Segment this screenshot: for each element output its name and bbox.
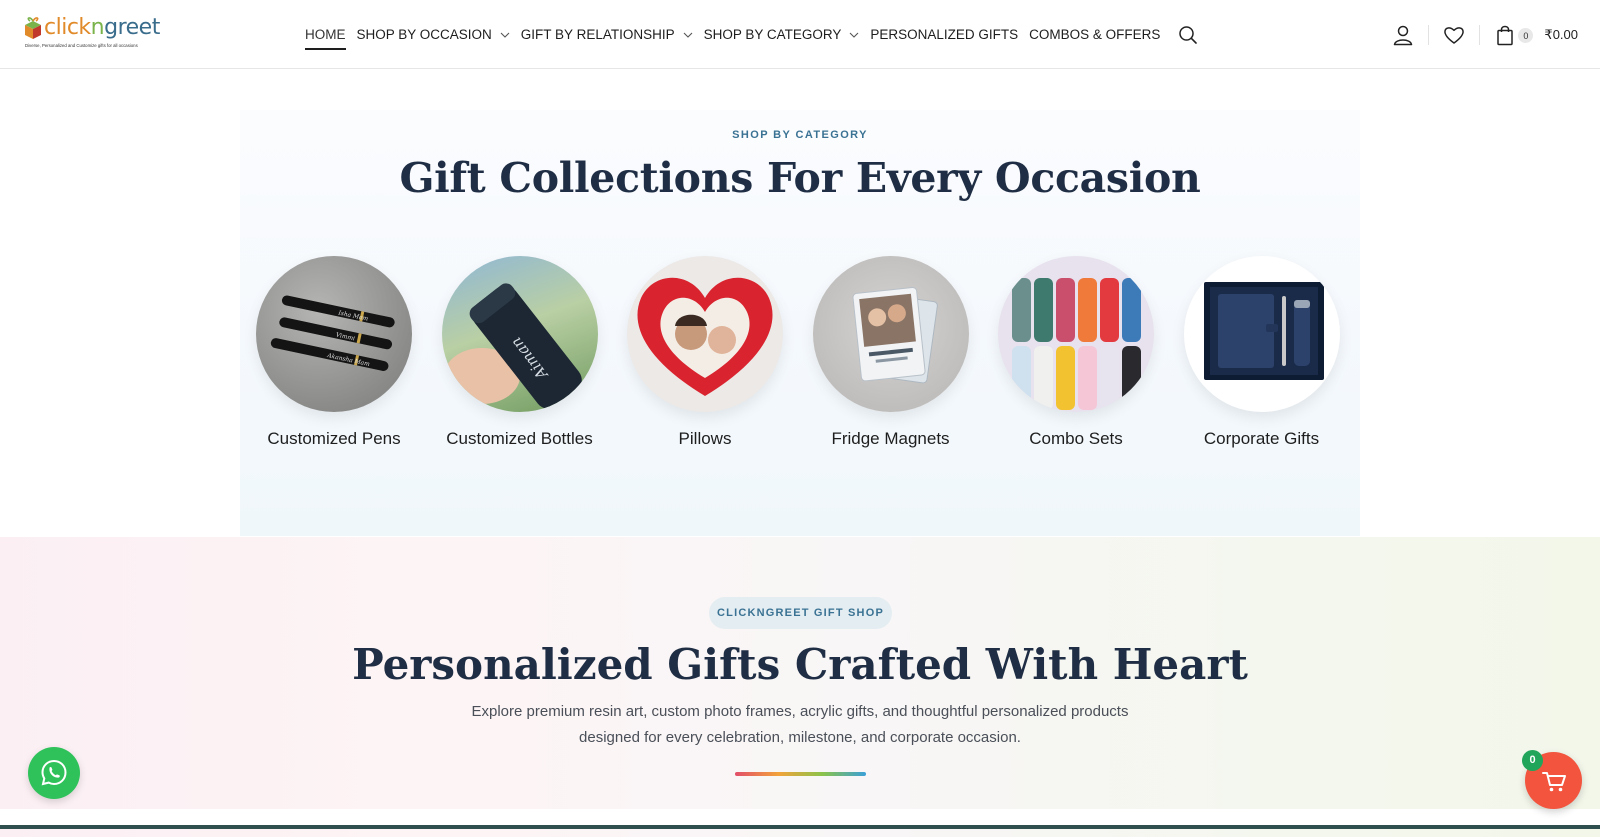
promo-pill: CLICKNGREET GIFT SHOP xyxy=(709,597,892,629)
category-item-fridge-magnets[interactable]: Fridge Magnets xyxy=(812,256,969,449)
category-image xyxy=(1183,256,1340,412)
header-cart[interactable]: 0 ₹0.00 xyxy=(1494,24,1578,46)
category-image: Aiman xyxy=(441,256,598,412)
nav-item-shop-by-category[interactable]: SHOP BY CATEGORY xyxy=(704,0,860,69)
promo-desc-line-1: Explore premium resin art, custom photo … xyxy=(471,703,1129,720)
chevron-down-icon xyxy=(683,32,692,38)
category-label: Combo Sets xyxy=(1029,429,1123,448)
category-image xyxy=(812,256,969,412)
user-icon[interactable] xyxy=(1392,24,1414,46)
floating-cart-badge: 0 xyxy=(1522,750,1543,771)
category-section: SHOP BY CATEGORY Gift Collections For Ev… xyxy=(240,110,1360,536)
nav-item-home[interactable]: HOME xyxy=(305,0,346,69)
category-title: Gift Collections For Every Occasion xyxy=(399,154,1201,202)
promo-divider-bar xyxy=(735,772,866,776)
nav-item-label: HOME xyxy=(305,27,346,42)
whatsapp-button[interactable] xyxy=(28,747,80,799)
cart-count-badge: 0 xyxy=(1518,28,1534,43)
category-image: Isha Mam Vimmi Akansha Mam xyxy=(256,256,412,412)
chevron-down-icon xyxy=(500,32,510,38)
category-item-customized-bottles[interactable]: Aiman Customized Bottles xyxy=(441,256,598,449)
brand-name: clickngreet xyxy=(44,15,160,40)
nav-item-personalized-gifts[interactable]: PERSONALIZED GIFTS xyxy=(870,0,1018,69)
category-item-pillows[interactable]: Pillows xyxy=(627,256,783,449)
nav-item-label: COMBOS & OFFERS xyxy=(1029,27,1161,42)
corporate-set-image xyxy=(1203,282,1324,380)
nav-item-combos-offers[interactable]: COMBOS & OFFERS xyxy=(1029,0,1160,69)
site-header: clickngreet Diverse, Personalized and Cu… xyxy=(0,0,1600,69)
promo-desc-line-2: designed for every celebration, mileston… xyxy=(579,729,1021,746)
cart-total: ₹0.00 xyxy=(1544,26,1578,42)
nav-item-gift-by-relationship[interactable]: GIFT BY RELATIONSHIP xyxy=(521,0,693,69)
promo-description: Explore premium resin art, custom photo … xyxy=(450,699,1150,751)
nav-item-label: GIFT BY RELATIONSHIP xyxy=(520,27,675,42)
header-divider xyxy=(1479,24,1481,45)
shopping-bag-icon xyxy=(1497,25,1514,45)
magnets-image xyxy=(851,287,938,384)
main-nav: HOME SHOP BY OCCASION GIFT BY RELATIONSH… xyxy=(305,0,1198,69)
category-label: Customized Bottles xyxy=(446,429,593,448)
heart-icon[interactable] xyxy=(1443,24,1465,46)
pens-image: Isha Mam Vimmi Akansha Mam xyxy=(270,295,395,371)
search-icon[interactable] xyxy=(1178,25,1198,45)
category-item-customized-pens[interactable]: Isha Mam Vimmi Akansha Mam Customized Pe… xyxy=(256,256,412,449)
header-actions: 0 ₹0.00 xyxy=(1392,0,1578,69)
category-label: Pillows xyxy=(678,429,732,448)
category-item-corporate-gifts[interactable]: Corporate Gifts xyxy=(1183,256,1340,449)
whatsapp-icon xyxy=(41,759,67,786)
nav-item-label: SHOP BY OCCASION xyxy=(356,27,492,42)
promo-section: CLICKNGREET GIFT SHOP Personalized Gifts… xyxy=(0,537,1600,837)
header-divider xyxy=(1428,24,1430,45)
brand-name-part-2: n xyxy=(90,15,105,40)
gift-box-logo-icon xyxy=(25,17,41,39)
chevron-down-icon xyxy=(850,32,859,38)
heart-pillow-image xyxy=(637,277,773,396)
brand-name-part-3: greet xyxy=(104,15,160,40)
nav-item-shop-by-occasion[interactable]: SHOP BY OCCASION xyxy=(357,0,510,69)
bottle-image: Aiman xyxy=(443,283,582,409)
category-image xyxy=(998,256,1154,412)
category-list: Isha Mam Vimmi Akansha Mam Customized Pe… xyxy=(256,256,1369,449)
brand-name-part-1: click xyxy=(44,15,91,40)
category-label: Customized Pens xyxy=(267,429,401,448)
category-image xyxy=(627,256,783,412)
promo-title: Personalized Gifts Crafted With Heart xyxy=(352,640,1248,689)
combo-bottles-image xyxy=(1012,278,1141,410)
category-label: Fridge Magnets xyxy=(831,429,950,448)
brand-tagline: Diverse, Personalized and Customize gift… xyxy=(25,43,138,48)
nav-item-label: PERSONALIZED GIFTS xyxy=(870,27,1019,42)
category-item-combo-sets[interactable]: Combo Sets xyxy=(998,256,1154,449)
category-label: Corporate Gifts xyxy=(1203,429,1320,448)
nav-item-label: SHOP BY CATEGORY xyxy=(703,27,842,42)
cart-icon xyxy=(1541,771,1566,791)
next-section-edge xyxy=(0,825,1600,829)
category-eyebrow: SHOP BY CATEGORY xyxy=(732,129,868,141)
brand-logo[interactable]: clickngreet Diverse, Personalized and Cu… xyxy=(22,13,160,53)
